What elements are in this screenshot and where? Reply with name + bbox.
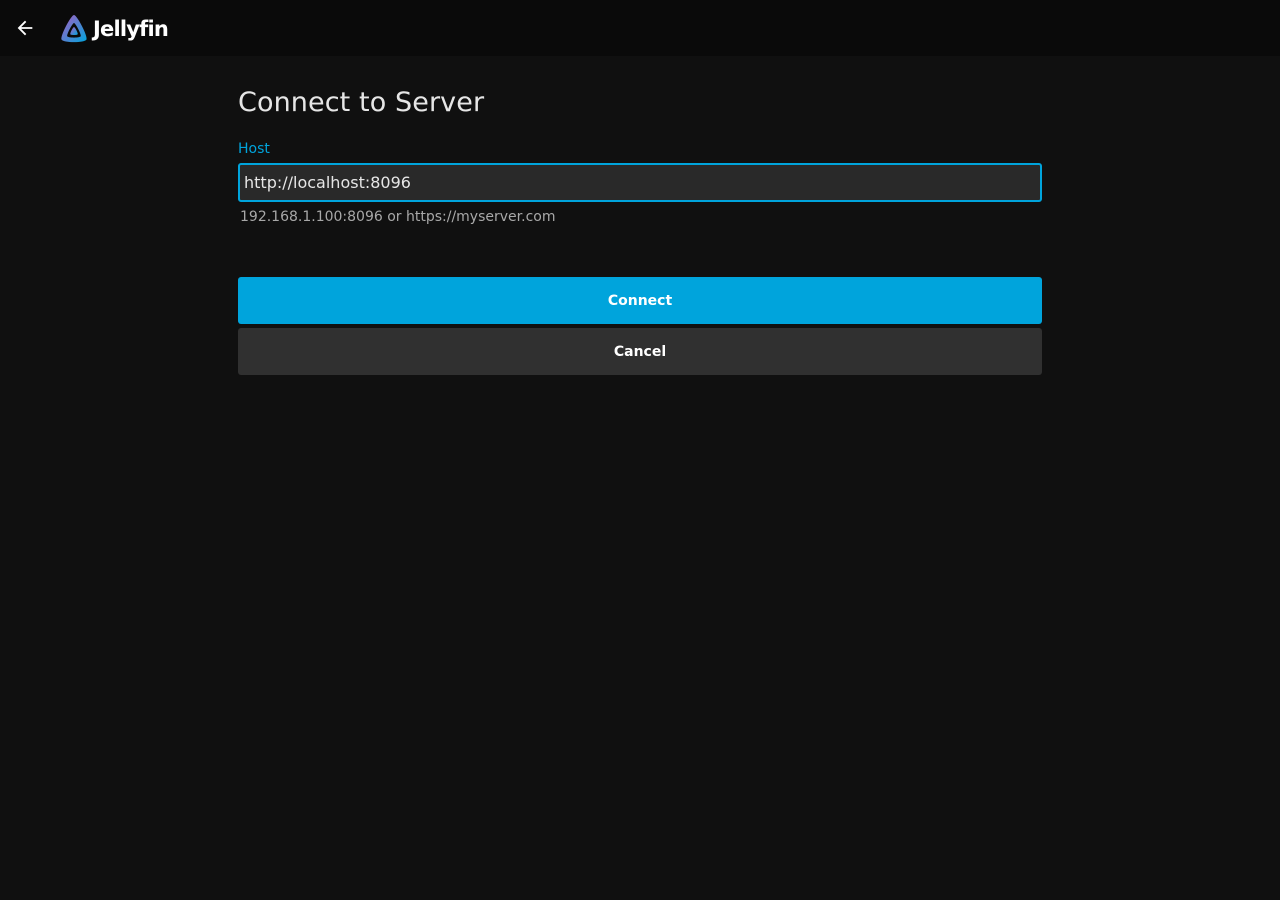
cancel-button[interactable]: Cancel [238,328,1042,375]
app-header: Jellyfin [0,0,1280,56]
connect-button[interactable]: Connect [238,277,1042,324]
host-hint: 192.168.1.100:8096 or https://myserver.c… [240,209,556,225]
arrow-left-icon [17,20,33,36]
back-button[interactable] [9,12,41,44]
jellyfin-logo-icon [61,15,87,43]
brand-name: Jellyfin [93,17,169,41]
host-label: Host [238,141,270,157]
brand-logo-link[interactable]: Jellyfin [58,13,169,45]
host-input[interactable] [238,163,1042,202]
page-title: Connect to Server [238,87,485,118]
connect-form: Connect to Server Host 192.168.1.100:809… [238,56,1042,375]
